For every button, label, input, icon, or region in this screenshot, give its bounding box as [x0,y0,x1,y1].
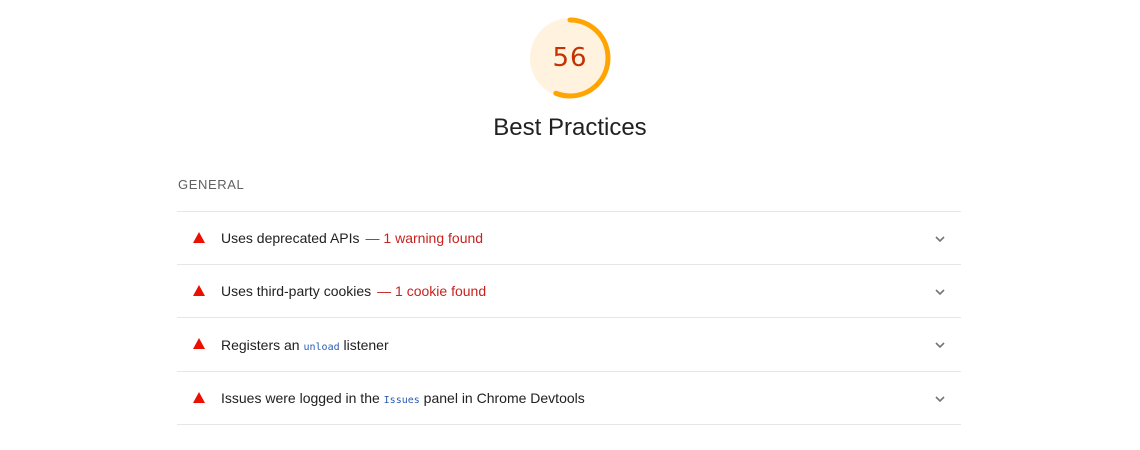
audit-title-text: listener [339,337,389,353]
audit-list: Uses deprecated APIs — 1 warning found Us… [177,211,961,425]
audit-unload-listener[interactable]: Registers an unload listener [177,318,961,372]
group-header: GENERAL [178,177,245,192]
audit-title-text: panel in Chrome Devtools [419,390,585,406]
audit-code: Issues [383,395,420,406]
audit-title: Issues were logged in the Issues panel i… [221,372,585,425]
triangle-warning-icon [193,338,205,349]
triangle-warning-icon [193,392,205,403]
audit-third-party-cookies[interactable]: Uses third-party cookies — 1 cookie found [177,265,961,318]
chevron-down-icon[interactable] [933,232,947,246]
chevron-down-icon[interactable] [933,285,947,299]
audit-code: unload [303,342,340,353]
lighthouse-report: 56 Best Practices GENERAL Uses deprecate… [0,0,1140,450]
audit-title-text: Uses deprecated APIs [221,230,360,246]
audit-display-value: — 1 warning found [365,230,484,246]
audit-title-text: Registers an [221,337,304,353]
audit-title: Registers an unload listener [221,318,389,372]
triangle-warning-icon [193,285,205,296]
audit-title-text: Issues were logged in the [221,390,384,406]
triangle-warning-icon [193,232,205,243]
chevron-down-icon[interactable] [933,392,947,406]
audit-title-text: Uses third-party cookies [221,283,372,299]
score-value: 56 [552,43,588,73]
audit-title: Uses deprecated APIs — 1 warning found [221,212,483,265]
audit-inspector-issues[interactable]: Issues were logged in the Issues panel i… [177,372,961,425]
audit-display-value: — 1 cookie found [377,283,487,299]
category-title: Best Practices [493,114,647,141]
audit-deprecated-apis[interactable]: Uses deprecated APIs — 1 warning found [177,212,961,265]
audit-title: Uses third-party cookies — 1 cookie found [221,265,486,318]
chevron-down-icon[interactable] [933,338,947,352]
score-gauge[interactable]: 56 [527,15,613,101]
